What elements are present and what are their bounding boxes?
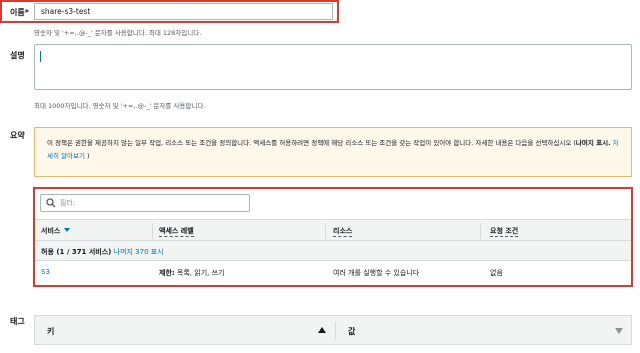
service-link-s3[interactable]: S3 [41,268,50,276]
name-label: 이름* [10,8,29,17]
search-icon [46,198,56,208]
notice-show-rest[interactable]: 나머지 표시. [576,139,611,147]
sort-down-icon [64,228,71,232]
policy-summary-table: 필터: 서비스 액세스 레벨 리소스 요청 조건 허용 (1 / 371 서비스… [35,189,631,285]
text-cursor [40,51,41,62]
sort-down-icon[interactable] [615,328,623,334]
tags-key-header[interactable]: 키 [47,326,54,337]
notice-close-paren: ) [87,152,90,160]
notice-text: 이 정책은 권한을 제공하지 않는 일부 작업, 리소스 또는 조건을 정의합니… [47,139,576,147]
access-level-cell: 제한: 목록, 읽기, 쓰기 [159,269,225,277]
summary-notice: 이 정책은 권한을 제공하지 않는 일부 작업, 리소스 또는 조건을 정의합니… [34,127,632,177]
tags-label: 태그 [10,317,25,326]
column-header-request-condition[interactable]: 요청 조건 [490,226,519,237]
tags-table-header: 키 값 [34,315,632,345]
description-label: 설명 [10,51,25,60]
table-header: 서비스 액세스 레벨 리소스 요청 조건 [35,219,631,241]
allow-group-label: 허용 (1 / 371 서비스) [41,248,112,256]
summary-label: 요약 [10,131,25,140]
description-textarea[interactable] [34,44,632,90]
allow-group-row: 허용 (1 / 371 서비스) 나머지 370 표시 [35,241,631,261]
column-header-resource[interactable]: 리소스 [333,226,353,237]
description-hint: 최대 1000자입니다. 영숫자 및 '+=,.@-_' 문자를 사용합니다. [34,102,206,110]
column-header-access-level[interactable]: 액세스 레벨 [159,226,194,237]
policy-name-input[interactable]: share-s3-test [34,3,333,20]
table-row: S3 제한: 목록, 읽기, 쓰기 여러 개를 실행할 수 있습니다 없음 [35,261,631,283]
tags-value-header[interactable]: 값 [348,326,355,337]
filter-placeholder: 필터: [60,199,76,207]
filter-input[interactable]: 필터: [40,194,250,212]
condition-cell: 없음 [490,269,503,277]
show-remaining-link[interactable]: 나머지 370 표시 [114,248,164,256]
resource-cell: 여러 개를 실행할 수 있습니다 [333,269,420,277]
sort-up-icon[interactable] [318,327,326,333]
name-hint: 영숫자 및 '+=,.@-_' 문자를 사용합니다. 최대 128자입니다. [34,29,202,37]
column-header-service[interactable]: 서비스 [41,226,71,236]
